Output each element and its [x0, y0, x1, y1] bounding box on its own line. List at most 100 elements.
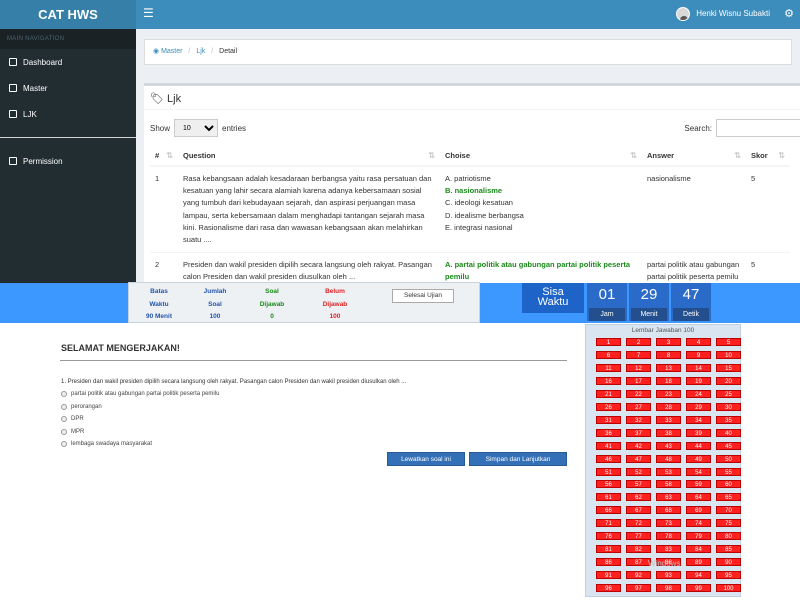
menu-toggle-icon[interactable]: ☰: [143, 7, 155, 19]
answer-number-button[interactable]: 40: [716, 428, 741, 437]
answer-number-button[interactable]: 10: [716, 350, 741, 359]
answer-number-button[interactable]: 15: [716, 363, 741, 372]
answer-number-button[interactable]: 78: [656, 532, 681, 541]
answer-number-button[interactable]: 23: [656, 389, 681, 398]
answer-number-button[interactable]: 69: [686, 506, 711, 515]
answer-number-button[interactable]: 43: [656, 441, 681, 450]
answer-number-button[interactable]: 94: [686, 571, 711, 580]
answer-number-button[interactable]: 1: [596, 338, 621, 346]
answer-number-button[interactable]: 93: [656, 571, 681, 580]
answer-number-button[interactable]: 22: [626, 389, 651, 398]
column-header-skor[interactable]: Skor ⇅: [746, 146, 790, 167]
column-header-answer[interactable]: Answer ⇅: [642, 146, 746, 167]
answer-number-button[interactable]: 76: [596, 532, 621, 541]
answer-option[interactable]: MPR: [61, 428, 84, 435]
answer-number-button[interactable]: 85: [716, 545, 741, 554]
answer-number-button[interactable]: 7: [626, 350, 651, 359]
answer-number-button[interactable]: 19: [686, 376, 711, 385]
answer-number-button[interactable]: 34: [686, 415, 711, 424]
answer-number-button[interactable]: 36: [596, 428, 621, 437]
answer-number-button[interactable]: 61: [596, 493, 621, 502]
answer-number-button[interactable]: 67: [626, 506, 651, 515]
answer-number-button[interactable]: 83: [656, 545, 681, 554]
answer-number-button[interactable]: 66: [596, 506, 621, 515]
answer-number-button[interactable]: 92: [626, 571, 651, 580]
answer-number-button[interactable]: 52: [626, 467, 651, 476]
answer-number-button[interactable]: 25: [716, 389, 741, 398]
sidebar-item-master[interactable]: Master: [0, 75, 136, 101]
radio-button[interactable]: [61, 428, 67, 435]
finish-exam-button[interactable]: Selesai Ujian: [392, 289, 454, 303]
answer-number-button[interactable]: 79: [686, 532, 711, 541]
column-header-no[interactable]: # ⇅: [150, 146, 178, 167]
answer-number-button[interactable]: 63: [656, 493, 681, 502]
answer-number-button[interactable]: 16: [596, 376, 621, 385]
answer-number-button[interactable]: 13: [656, 363, 681, 372]
column-header-choise[interactable]: Choise ⇅: [440, 146, 642, 167]
answer-number-button[interactable]: 35: [716, 415, 741, 424]
sidebar-item-ljk[interactable]: LJK: [0, 101, 136, 127]
answer-number-button[interactable]: 38: [656, 428, 681, 437]
answer-number-button[interactable]: 29: [686, 402, 711, 411]
answer-number-button[interactable]: 41: [596, 441, 621, 450]
answer-number-button[interactable]: 81: [596, 545, 621, 554]
answer-number-button[interactable]: 50: [716, 454, 741, 463]
answer-number-button[interactable]: 71: [596, 519, 621, 528]
answer-number-button[interactable]: 9: [686, 350, 711, 359]
radio-button[interactable]: [61, 416, 67, 422]
answer-number-button[interactable]: 75: [716, 519, 741, 528]
sidebar-item-permission[interactable]: Permission: [0, 148, 136, 174]
answer-number-button[interactable]: 86: [596, 558, 621, 567]
answer-number-button[interactable]: 80: [716, 532, 741, 541]
answer-number-button[interactable]: 30: [716, 402, 741, 411]
answer-number-button[interactable]: 100: [716, 584, 741, 593]
answer-number-button[interactable]: 62: [626, 493, 651, 502]
answer-number-button[interactable]: 68: [656, 506, 681, 515]
answer-number-button[interactable]: 27: [626, 402, 651, 411]
answer-number-button[interactable]: 99: [686, 584, 711, 593]
answer-number-button[interactable]: 82: [626, 545, 651, 554]
answer-number-button[interactable]: 20: [716, 376, 741, 385]
answer-number-button[interactable]: 95: [716, 571, 741, 580]
answer-number-button[interactable]: 24: [686, 389, 711, 398]
answer-number-button[interactable]: 84: [686, 545, 711, 554]
answer-number-button[interactable]: 3: [656, 338, 681, 346]
radio-button[interactable]: [61, 391, 67, 397]
answer-number-button[interactable]: 2: [626, 338, 651, 346]
column-header-question[interactable]: Question ⇅: [178, 146, 440, 167]
skip-question-button[interactable]: Lewatkan soal ini: [387, 452, 465, 466]
answer-number-button[interactable]: 55: [716, 467, 741, 476]
answer-number-button[interactable]: 32: [626, 415, 651, 424]
answer-number-button[interactable]: 51: [596, 467, 621, 476]
answer-number-button[interactable]: 64: [686, 493, 711, 502]
answer-number-button[interactable]: 90: [716, 558, 741, 567]
entries-select[interactable]: 10: [174, 119, 219, 137]
answer-number-button[interactable]: 39: [686, 428, 711, 437]
answer-number-button[interactable]: 49: [686, 454, 711, 463]
answer-number-button[interactable]: 37: [626, 428, 651, 437]
answer-option[interactable]: partai politik atau gabungan partai poli…: [61, 391, 219, 397]
answer-number-button[interactable]: 33: [656, 415, 681, 424]
answer-option[interactable]: perorangan: [61, 403, 102, 410]
answer-number-button[interactable]: 59: [686, 480, 711, 489]
answer-number-button[interactable]: 47: [626, 454, 651, 463]
sidebar-item-dashboard[interactable]: Dashboard: [0, 49, 136, 75]
answer-number-button[interactable]: 58: [656, 480, 681, 489]
answer-number-button[interactable]: 57: [626, 480, 651, 489]
answer-number-button[interactable]: 46: [596, 454, 621, 463]
radio-button[interactable]: [61, 441, 67, 447]
answer-number-button[interactable]: 26: [596, 402, 621, 411]
search-input[interactable]: [716, 119, 800, 137]
answer-number-button[interactable]: 28: [656, 402, 681, 411]
answer-number-button[interactable]: 17: [626, 376, 651, 385]
answer-number-button[interactable]: 21: [596, 389, 621, 398]
answer-number-button[interactable]: 65: [716, 493, 741, 502]
radio-button[interactable]: [61, 403, 67, 410]
answer-number-button[interactable]: 14: [686, 363, 711, 372]
answer-number-button[interactable]: 73: [656, 519, 681, 528]
answer-number-button[interactable]: 44: [686, 441, 711, 450]
answer-option[interactable]: DPR: [61, 416, 84, 422]
answer-number-button[interactable]: 91: [596, 571, 621, 580]
save-next-button[interactable]: Simpan dan Lanjutkan: [469, 452, 567, 466]
answer-number-button[interactable]: 70: [716, 506, 741, 515]
